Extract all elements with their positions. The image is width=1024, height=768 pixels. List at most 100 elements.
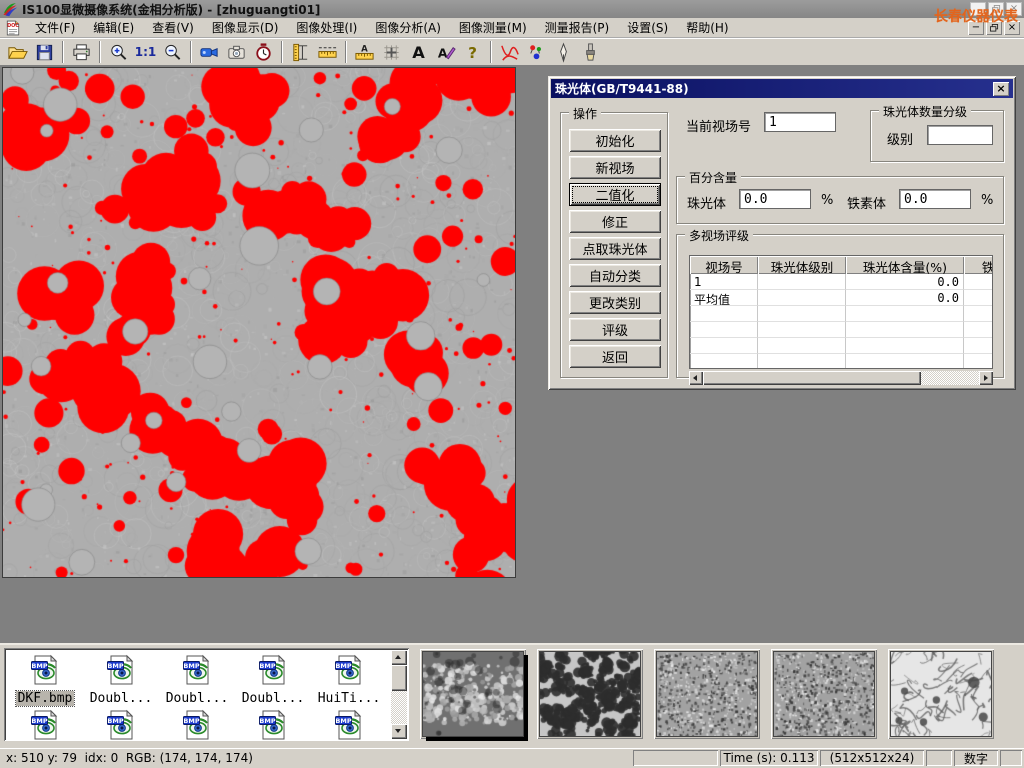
current-field-label: 当前视场号 xyxy=(686,116,751,135)
toolbar-separator xyxy=(490,41,492,63)
scrollbar-track[interactable] xyxy=(921,371,979,385)
grade-button[interactable]: 评级 xyxy=(569,318,661,341)
caliper-button[interactable] xyxy=(287,40,314,64)
scrollbar-thumb[interactable] xyxy=(703,371,921,385)
file-item[interactable]: BMPDoubl... xyxy=(159,651,235,706)
table-empty-row[interactable] xyxy=(690,322,992,338)
return-button[interactable]: 返回 xyxy=(569,345,661,368)
menu-item[interactable]: 编辑(E) xyxy=(84,17,143,38)
scroll-right-button[interactable] xyxy=(979,371,993,385)
image-thumbnail[interactable] xyxy=(771,649,877,739)
annotate-button[interactable]: A xyxy=(432,40,459,64)
change-class-button[interactable]: 更改类别 xyxy=(569,291,661,314)
table-header-cell[interactable]: 珠光体级别 xyxy=(758,256,846,274)
menu-item[interactable]: 图像分析(A) xyxy=(366,17,450,38)
pearlite-dialog: 珠光体(GB/T9441-88) × 操作 初始化新视场二值化修正点取珠光体自动… xyxy=(548,76,1016,390)
measure-button[interactable]: A xyxy=(351,40,378,64)
menu-item[interactable]: 图像处理(I) xyxy=(287,17,366,38)
initialize-button[interactable]: 初始化 xyxy=(569,129,661,152)
image-thumbnail[interactable] xyxy=(888,649,994,739)
pick-pearlite-button[interactable]: 点取珠光体 xyxy=(569,237,661,260)
capture-button[interactable] xyxy=(223,40,250,64)
window-title: IS100显微摄像系统(金相分析版) - [zhuguangti01] xyxy=(22,1,320,18)
dialog-close-button[interactable]: × xyxy=(993,82,1009,96)
close-button[interactable]: × xyxy=(1006,2,1022,16)
image-thumbnail[interactable] xyxy=(654,649,760,739)
phase-dots-button[interactable] xyxy=(523,40,550,64)
zoom-out-icon xyxy=(162,42,183,63)
menu-item[interactable]: 图像显示(D) xyxy=(203,17,288,38)
table-row[interactable]: 平均值0.0 xyxy=(690,290,992,306)
table-empty-row[interactable] xyxy=(690,306,992,322)
table-row[interactable]: 10.0 xyxy=(690,274,992,290)
micrograph-image[interactable] xyxy=(2,67,516,578)
table-horizontal-scrollbar[interactable] xyxy=(689,371,993,385)
menu-item[interactable]: 帮助(H) xyxy=(677,17,737,38)
menu-item[interactable]: 设置(S) xyxy=(618,17,677,38)
file-scrollbar[interactable] xyxy=(391,650,407,739)
dialog-title-bar[interactable]: 珠光体(GB/T9441-88) × xyxy=(551,79,1013,98)
print-button[interactable] xyxy=(68,40,95,64)
file-item[interactable]: BMPDoubl... xyxy=(235,651,311,706)
file-item[interactable]: BMPDoubl... xyxy=(83,651,159,706)
menu-item[interactable]: 图像测量(M) xyxy=(450,17,536,38)
auto-classify-button[interactable]: 自动分类 xyxy=(569,264,661,287)
mdi-minimize-button[interactable]: − xyxy=(968,21,984,35)
pearlite-percent-input[interactable] xyxy=(739,189,811,209)
file-row-partial: BMPBMPBMPBMPBMP xyxy=(7,706,391,741)
ferrite-percent-input[interactable] xyxy=(899,189,971,209)
menu-item[interactable]: 文件(F) xyxy=(26,17,84,38)
thumbnail-strip xyxy=(420,649,994,739)
zoom-in-button[interactable] xyxy=(105,40,132,64)
scroll-left-button[interactable] xyxy=(689,371,703,385)
measure-icon: A xyxy=(354,42,375,63)
file-item[interactable]: BMP xyxy=(83,706,159,741)
help-button[interactable]: ? xyxy=(459,40,486,64)
grid-icon xyxy=(381,42,402,63)
mdi-restore-button[interactable] xyxy=(986,21,1002,35)
table-empty-row[interactable] xyxy=(690,354,992,369)
bmp-file-icon: BMP xyxy=(29,709,61,741)
timer-button[interactable] xyxy=(250,40,277,64)
file-item[interactable]: BMP xyxy=(311,706,387,741)
capture-icon xyxy=(226,42,247,63)
menu-item[interactable]: 查看(V) xyxy=(143,17,203,38)
svg-text:BMP: BMP xyxy=(31,717,47,725)
file-item[interactable]: BMPHuiTi... xyxy=(311,651,387,706)
actual-size-button[interactable]: 1:1 xyxy=(132,40,159,64)
ruler-button[interactable] xyxy=(314,40,341,64)
file-item[interactable]: BMPDKF.bmp xyxy=(7,651,83,706)
brush-button[interactable] xyxy=(577,40,604,64)
image-thumbnail[interactable] xyxy=(420,649,526,739)
image-thumbnail[interactable] xyxy=(537,649,643,739)
curve-button[interactable] xyxy=(496,40,523,64)
table-empty-row[interactable] xyxy=(690,338,992,354)
scroll-up-button[interactable] xyxy=(391,650,407,665)
scroll-down-button[interactable] xyxy=(391,724,407,739)
menu-item[interactable]: 测量报告(P) xyxy=(536,17,619,38)
zoom-out-button[interactable] xyxy=(159,40,186,64)
scrollbar-thumb[interactable] xyxy=(391,665,407,691)
table-header-cell[interactable]: 铁素体含量(%) xyxy=(964,256,993,274)
binarize-button[interactable]: 二值化 xyxy=(569,183,661,206)
mdi-close-button[interactable]: × xyxy=(1004,21,1020,35)
bmp-file-icon: BMP xyxy=(181,709,213,741)
file-item[interactable]: BMP xyxy=(235,706,311,741)
minimize-button[interactable] xyxy=(970,2,986,16)
grid-button[interactable] xyxy=(378,40,405,64)
current-field-input[interactable] xyxy=(764,112,836,132)
grade-level-input[interactable] xyxy=(927,125,993,145)
new-field-button[interactable]: 新视场 xyxy=(569,156,661,179)
open-button[interactable] xyxy=(4,40,31,64)
correct-button[interactable]: 修正 xyxy=(569,210,661,233)
picker-button[interactable] xyxy=(550,40,577,64)
save-button[interactable] xyxy=(31,40,58,64)
restore-button[interactable] xyxy=(988,2,1004,16)
table-header-cell[interactable]: 视场号 xyxy=(690,256,758,274)
file-item[interactable]: BMP xyxy=(7,706,83,741)
video-button[interactable] xyxy=(196,40,223,64)
file-item[interactable]: BMP xyxy=(159,706,235,741)
multi-field-table[interactable]: 视场号珠光体级别珠光体含量(%)铁素体含量(%)10.0平均值0.0 xyxy=(689,255,993,369)
text-button[interactable]: A xyxy=(405,40,432,64)
table-header-cell[interactable]: 珠光体含量(%) xyxy=(846,256,964,274)
